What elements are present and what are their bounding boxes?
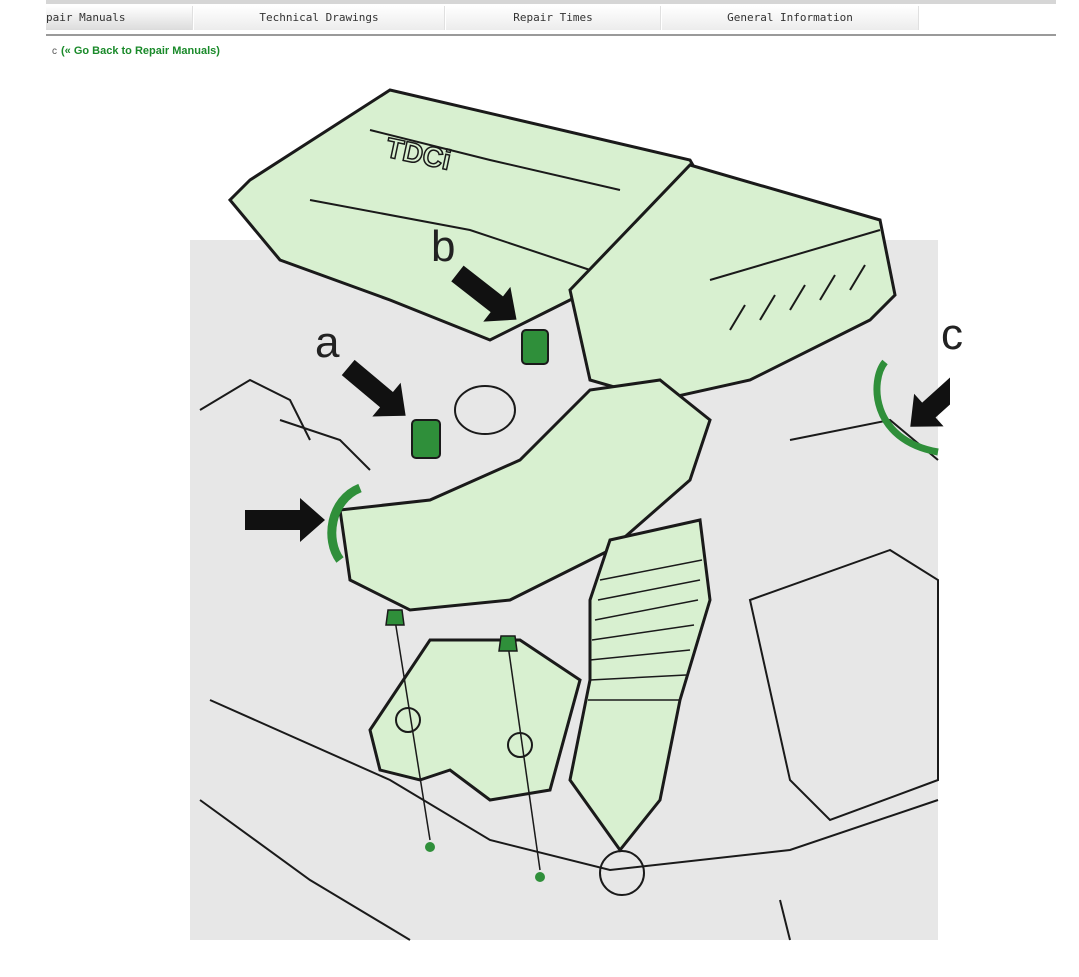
tab-bar: pair Manuals Technical Drawings Repair T… (46, 0, 1056, 36)
engine-bay-background (190, 240, 938, 940)
tab-general-information[interactable]: General Information (662, 6, 919, 30)
callout-label-a: a (315, 318, 340, 367)
connector-b (521, 329, 549, 365)
tab-repair-manuals[interactable]: pair Manuals (46, 6, 193, 30)
engine-bay-diagram: TDCi (190, 88, 950, 941)
back-link-row: c (« Go Back to Repair Manuals) (52, 45, 220, 57)
back-to-repair-manuals-link[interactable]: (« Go Back to Repair Manuals) (61, 45, 220, 57)
back-link-prefix: c (52, 46, 57, 57)
callout-label-c: c (941, 310, 963, 359)
tab-technical-drawings[interactable]: Technical Drawings (194, 6, 445, 30)
tab-repair-times[interactable]: Repair Times (446, 6, 661, 30)
connector-a (411, 419, 441, 459)
callout-label-b: b (431, 222, 456, 271)
